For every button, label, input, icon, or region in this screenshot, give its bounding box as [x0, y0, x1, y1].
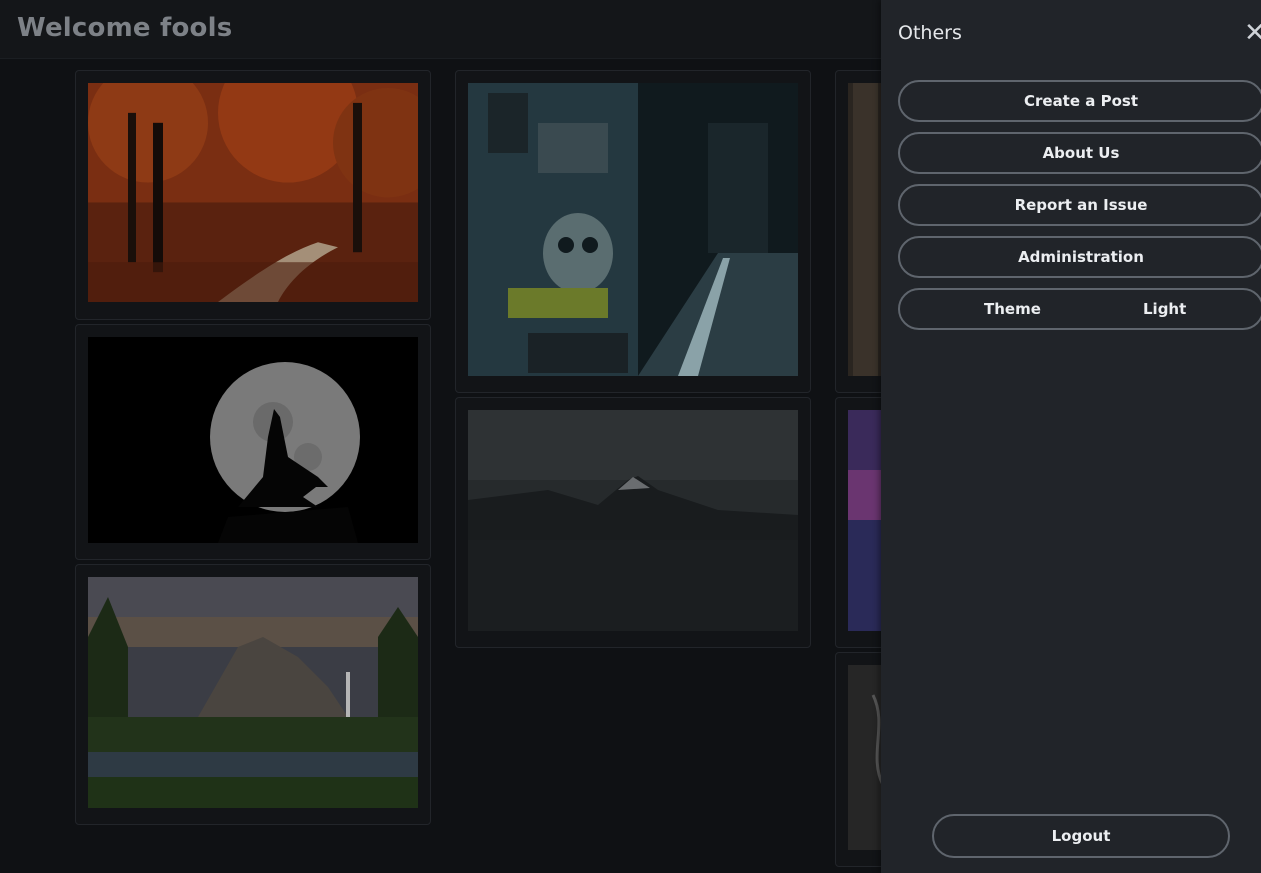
close-icon[interactable]: ✕: [1244, 18, 1261, 48]
logout-button[interactable]: Logout: [932, 814, 1230, 858]
post-card[interactable]: [455, 397, 811, 648]
theme-toggle-button[interactable]: Theme Light: [898, 288, 1261, 330]
others-panel: Others ✕ Create a Post About Us Report a…: [881, 0, 1261, 873]
about-us-button[interactable]: About Us: [898, 132, 1261, 174]
create-post-button[interactable]: Create a Post: [898, 80, 1261, 122]
post-image-graffiti-alley[interactable]: [468, 83, 798, 376]
post-card[interactable]: [75, 324, 431, 560]
post-card[interactable]: [455, 70, 811, 393]
post-card[interactable]: [75, 70, 431, 320]
report-issue-button[interactable]: Report an Issue: [898, 184, 1261, 226]
administration-button[interactable]: Administration: [898, 236, 1261, 278]
theme-label: Theme: [984, 300, 1041, 318]
panel-title: Others: [898, 22, 962, 44]
post-image-mount-fuji[interactable]: [468, 410, 798, 631]
site-title: Welcome fools: [17, 13, 233, 43]
post-image-wolf-moon[interactable]: [88, 337, 418, 543]
theme-value: Light: [1143, 300, 1187, 318]
post-image-autumn-forest[interactable]: [88, 83, 418, 302]
post-card[interactable]: [75, 564, 431, 825]
post-image-mountain-waterfall[interactable]: [88, 577, 418, 808]
